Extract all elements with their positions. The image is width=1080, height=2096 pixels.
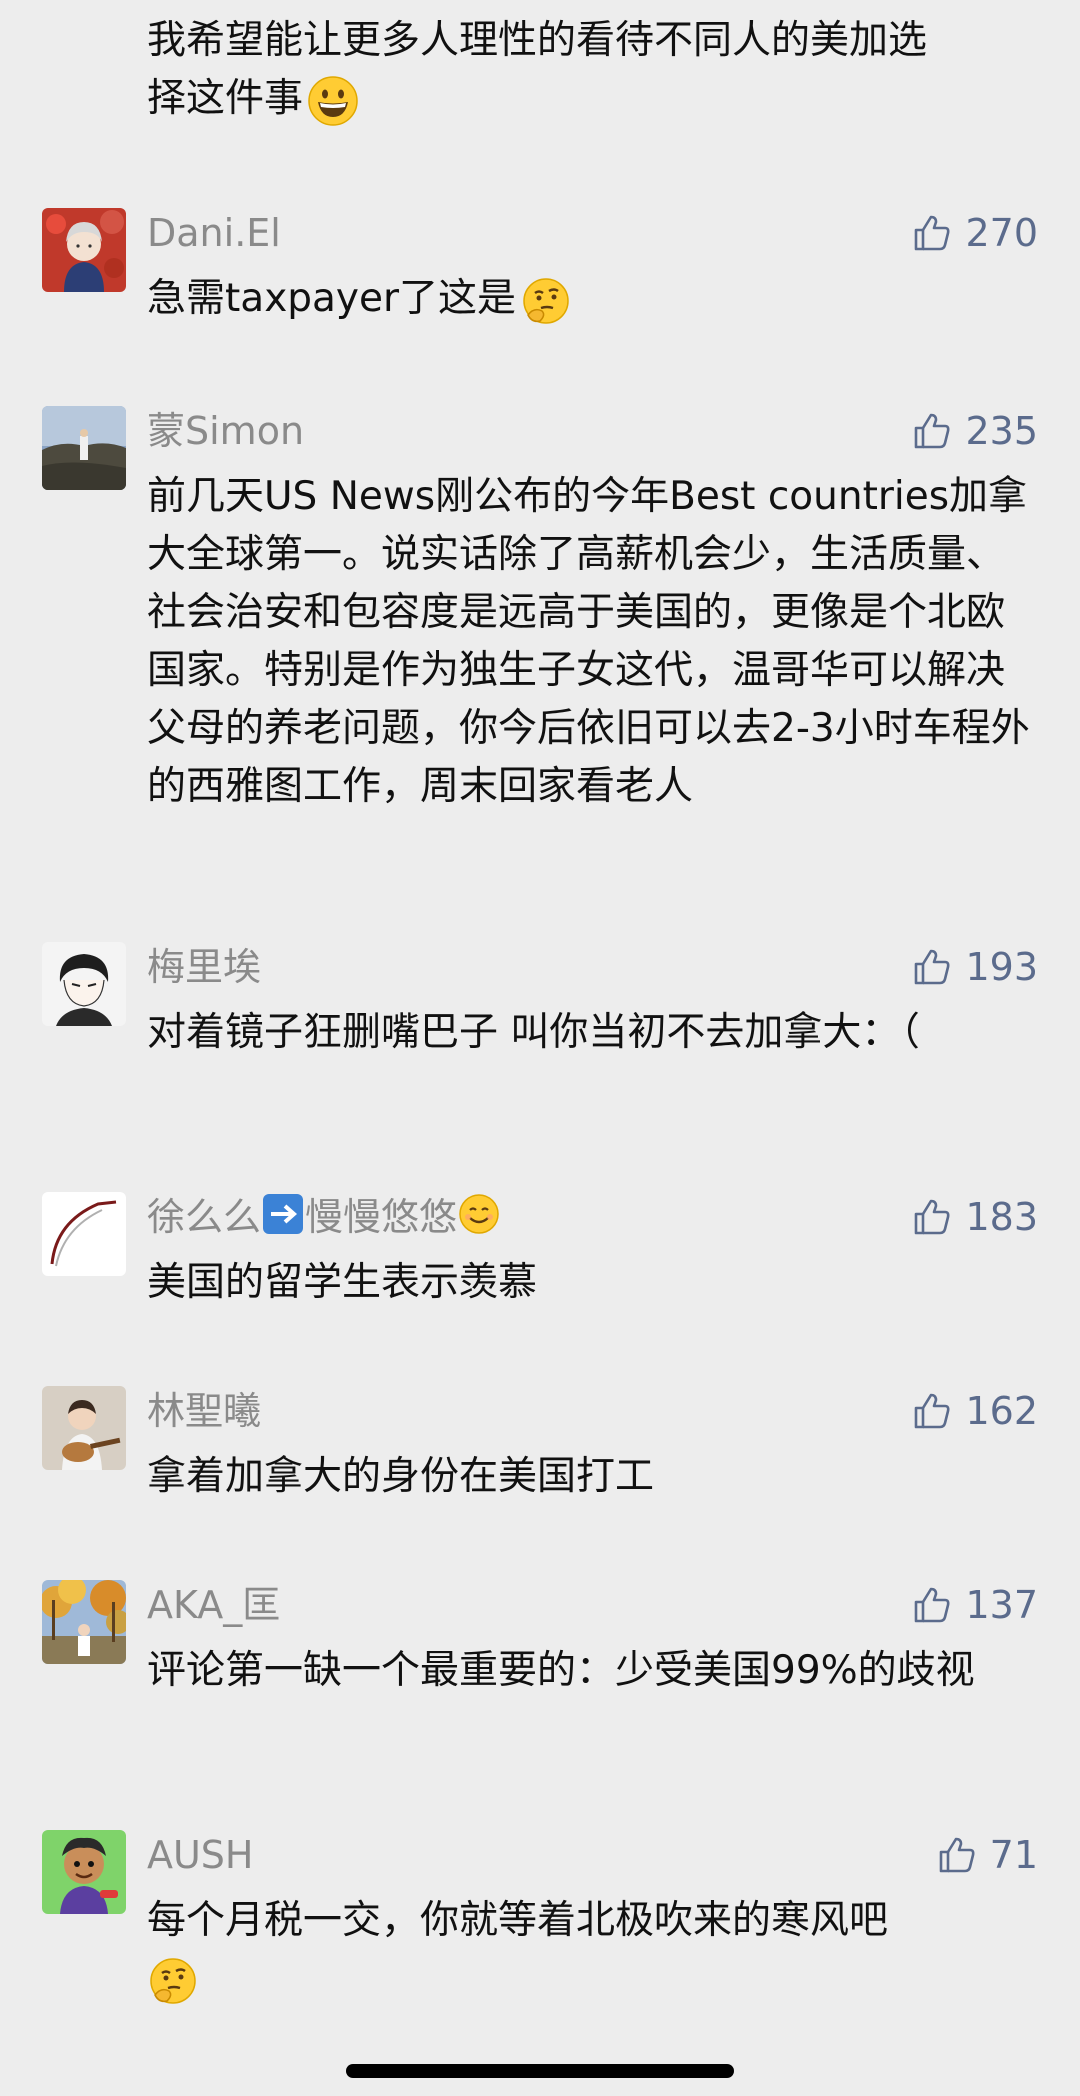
comment-text: 每个月税一交，你就等着北极吹来的寒风吧 [147,1892,1037,2008]
comment-author[interactable]: AKA_匡 [147,1580,280,1630]
like-count: 71 [989,1833,1038,1877]
comment-text: 急需taxpayer了这是 [147,270,1037,328]
comment-text-line1: 我希望能让更多人理性的看待不同人的美加选 [147,18,928,63]
comment-author[interactable]: 梅里埃 [147,942,261,992]
like-button[interactable]: 183 [911,1192,1038,1242]
comment-feed: 我希望能让更多人理性的看待不同人的美加选 择这件事 Dani.El 270 急需… [0,0,1080,2096]
like-count: 137 [965,1583,1038,1627]
like-count: 235 [965,409,1038,453]
comment-text: 评论第一缺一个最重要的：少受美国99%的歧视 [147,1648,975,1693]
like-button[interactable]: 162 [911,1386,1038,1436]
thumbs-up-icon [911,410,953,452]
grinning-face-emoji [307,75,359,127]
like-button[interactable]: 193 [911,942,1038,992]
comment-text: 我希望能让更多人理性的看待不同人的美加选 择这件事 [147,12,1037,128]
home-indicator[interactable] [346,2064,734,2078]
thinking-face-emoji [147,1955,199,2007]
avatar[interactable] [42,1192,126,1276]
comment-text: 前几天US News刚公布的今年Best countries加拿大全球第一。说实… [147,474,1030,809]
comment-author-name: 徐么么 [147,1195,262,1239]
thumbs-up-icon [936,1834,978,1876]
thumbs-up-icon [911,212,953,254]
like-count: 270 [965,211,1038,255]
like-button[interactable]: 270 [911,208,1038,258]
thumbs-up-icon [911,1196,953,1238]
comment-author[interactable]: 林聖曦 [147,1386,261,1436]
comment-author-suffix: 慢慢悠悠 [305,1195,458,1239]
comment-text: 对着镜子狂删嘴巴子 叫你当初不去加拿大：（ [147,1010,920,1055]
comment-text: 美国的留学生表示羡慕 [147,1260,538,1305]
comment-text-content: 每个月税一交，你就等着北极吹来的寒风吧 [147,1898,889,1943]
comment-author[interactable]: Dani.El [147,208,281,258]
like-button[interactable]: 235 [911,406,1038,456]
thinking-face-emoji [520,275,572,327]
avatar[interactable] [42,1386,126,1470]
avatar[interactable] [42,1830,126,1914]
avatar[interactable] [42,208,126,292]
like-count: 183 [965,1195,1038,1239]
comment-author[interactable]: AUSH [147,1830,254,1880]
like-button[interactable]: 137 [911,1580,1038,1630]
smiling-face-emoji [457,1192,501,1236]
comment-author[interactable]: 蒙Simon [147,406,304,456]
avatar[interactable] [42,942,126,1026]
comment-text-line2: 择这件事 [147,76,304,121]
avatar[interactable] [42,1580,126,1664]
like-button[interactable]: 71 [936,1830,1038,1880]
thumbs-up-icon [911,1584,953,1626]
right-arrow-icon [261,1192,305,1236]
like-count: 193 [965,945,1038,989]
like-count: 162 [965,1389,1038,1433]
comment-text-content: 急需taxpayer了这是 [147,276,517,321]
comment-author[interactable]: 徐么么 慢慢悠悠 [147,1192,501,1242]
comment-text: 拿着加拿大的身份在美国打工 [147,1454,655,1499]
thumbs-up-icon [911,946,953,988]
thumbs-up-icon [911,1390,953,1432]
avatar[interactable] [42,406,126,490]
